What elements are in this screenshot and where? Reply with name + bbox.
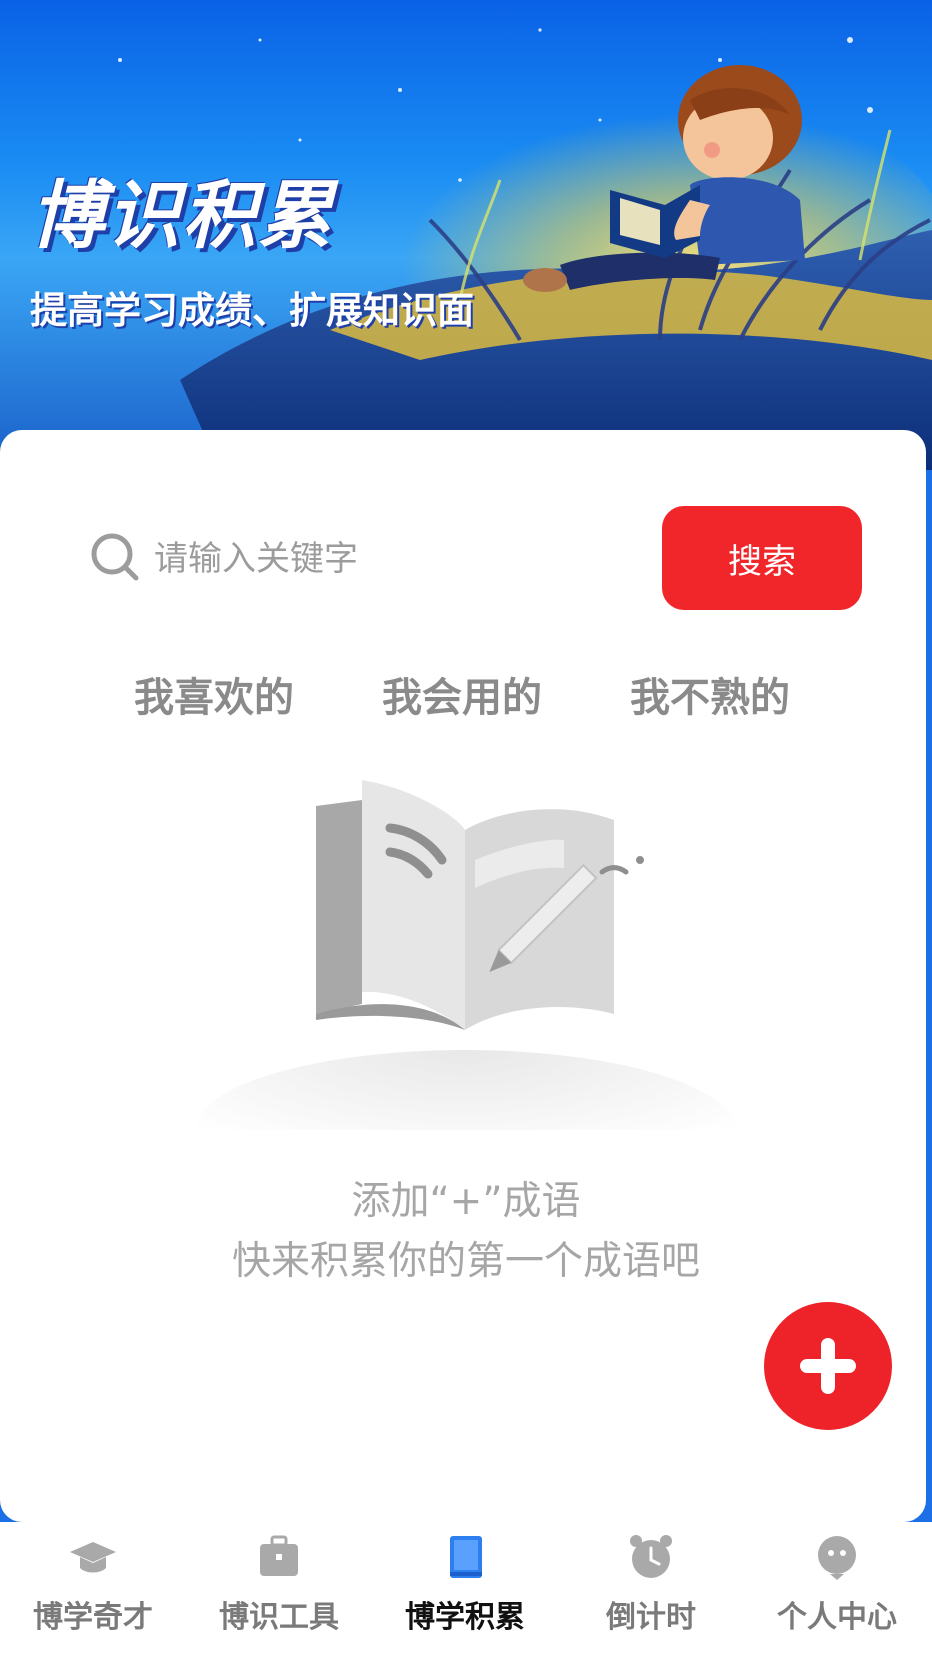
banner: 博识积累 提高学习成绩、扩展知识面 — [0, 0, 932, 470]
nav-label: 博学积累 — [405, 1600, 525, 1635]
banner-title: 博识积累 — [30, 173, 334, 259]
nav-item-boxue-jilei[interactable]: 博学积累 — [372, 1522, 558, 1654]
nav-item-countdown[interactable]: 倒计时 — [558, 1522, 744, 1654]
filter-tabs: 我喜欢的 我会用的 我不熟的 — [0, 665, 932, 725]
nav-item-boxue-qicai[interactable]: 博学奇才 — [0, 1522, 186, 1654]
nav-label: 个人中心 — [777, 1600, 897, 1635]
alarm-clock-icon — [630, 1535, 672, 1578]
search-button[interactable]: 搜索 — [662, 506, 862, 610]
tab-can-use[interactable]: 我会用的 — [382, 665, 542, 723]
nav-item-profile[interactable]: 个人中心 — [744, 1522, 930, 1654]
search-input[interactable] — [152, 528, 616, 590]
plus-icon — [800, 1338, 856, 1394]
nav-label: 倒计时 — [606, 1600, 696, 1635]
bottom-navigation: 博学奇才 博识工具 博学积累 倒计时 个人中心 — [0, 1522, 932, 1654]
banner-subtitle: 提高学习成绩、扩展知识面 — [30, 289, 474, 332]
search-bar: 搜索 — [90, 506, 862, 610]
nav-label: 博识工具 — [219, 1600, 339, 1635]
book-icon — [450, 1536, 482, 1578]
empty-book-illustration — [190, 780, 740, 1140]
graduation-cap-icon — [70, 1542, 116, 1573]
tab-unfamiliar[interactable]: 我不熟的 — [630, 665, 790, 723]
tab-favorites[interactable]: 我喜欢的 — [134, 665, 294, 723]
search-icon — [91, 533, 139, 581]
nav-label: 博学奇才 — [33, 1600, 153, 1635]
page: 博识积累 提高学习成绩、扩展知识面 搜索 我喜欢的 我会用的 我不熟的 — [0, 0, 932, 1654]
nav-item-boshi-gongju[interactable]: 博识工具 — [186, 1522, 372, 1654]
profile-icon — [818, 1536, 856, 1580]
empty-state-line2: 快来积累你的第一个成语吧 — [231, 1239, 700, 1284]
add-idiom-button[interactable] — [764, 1302, 892, 1430]
briefcase-icon — [260, 1535, 298, 1576]
empty-state-line1: 添加“+”成语 — [351, 1179, 581, 1224]
